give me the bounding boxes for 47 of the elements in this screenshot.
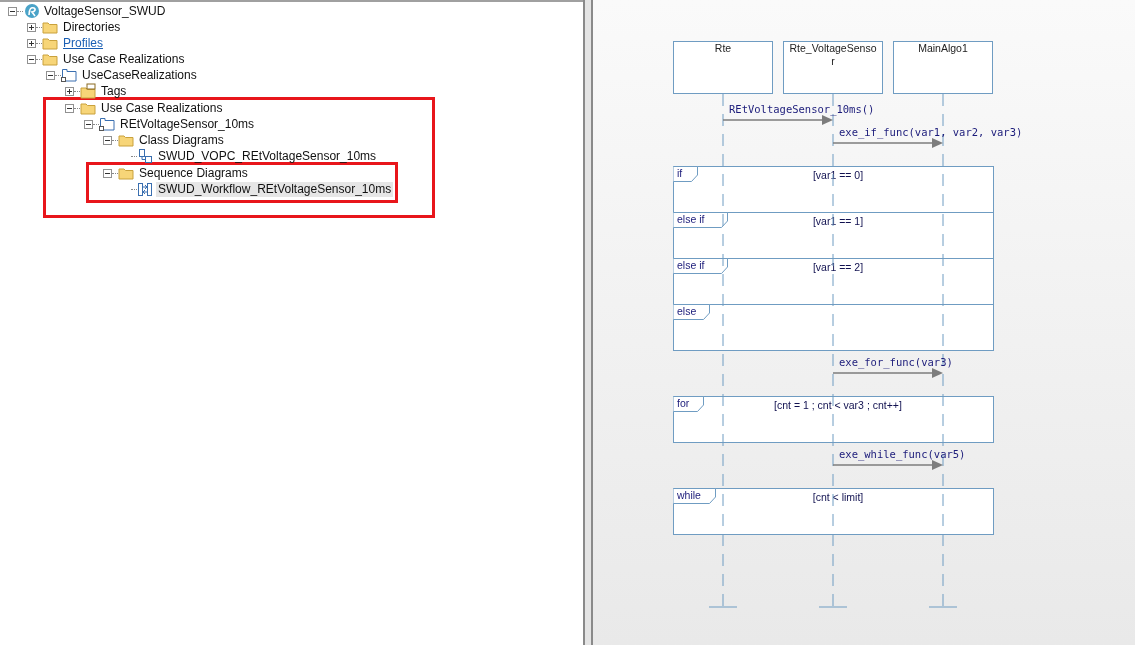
tree-item[interactable]: SWUD_VOPC_REtVoltageSensor_10ms (156, 148, 379, 164)
tree-item[interactable]: SWUD_Workflow_REtVoltageSensor_10ms (156, 181, 394, 197)
folder-icon (42, 35, 58, 51)
message-label: exe_for_func(var3) (839, 356, 953, 368)
class-diagram-icon (137, 148, 153, 164)
folder-icon (42, 19, 58, 35)
collapse-toggle[interactable] (46, 70, 55, 80)
sequence-diagram-icon (137, 181, 153, 197)
tree-item[interactable]: REtVoltageSensor_10ms (118, 116, 257, 132)
tree-item[interactable]: Class Diagrams (137, 132, 226, 148)
expand-toggle[interactable] (65, 86, 74, 96)
lifeline-header: MainAlgo1 (893, 41, 993, 94)
guard-condition: [var1 == 1] (812, 215, 864, 227)
message-label: exe_while_func(var5) (839, 448, 966, 460)
tree-item[interactable]: UseCaseRealizations (80, 67, 199, 83)
tree-item[interactable]: Use Case Realizations (99, 100, 225, 116)
package-icon (99, 116, 115, 132)
tree-item[interactable]: VoltageSensor_SWUD (42, 3, 168, 19)
folder-icon (118, 132, 134, 148)
tag-folder-icon (80, 83, 96, 99)
collapse-toggle[interactable] (65, 103, 74, 113)
expand-toggle[interactable] (27, 22, 36, 32)
collapse-toggle[interactable] (84, 119, 93, 129)
tree-item[interactable]: Use Case Realizations (61, 51, 187, 67)
collapse-toggle[interactable] (8, 6, 17, 16)
folder-icon (118, 165, 134, 181)
package-icon (61, 67, 77, 83)
folder-icon (80, 100, 96, 116)
tree-item[interactable]: Tags (99, 83, 129, 99)
folder-icon (42, 51, 58, 67)
logo-icon (23, 3, 39, 19)
guard-condition: [var1 == 2] (812, 261, 864, 273)
tree-item-link[interactable]: Profiles (61, 35, 105, 51)
pane-splitter[interactable] (583, 0, 593, 645)
tree-item[interactable]: Directories (61, 19, 123, 35)
guard-condition: [cnt < limit] (812, 491, 864, 503)
guard-condition: [var1 == 0] (812, 169, 864, 181)
lifeline-header: Rte_VoltageSensor (783, 41, 883, 94)
message-label: exe_if_func(var1, var2, var3) (839, 126, 1023, 138)
collapse-toggle[interactable] (103, 135, 112, 145)
message-label: REtVoltageSensor_10ms() (729, 103, 875, 115)
tree-item[interactable]: Sequence Diagrams (137, 165, 250, 181)
collapse-toggle[interactable] (103, 168, 112, 178)
expand-toggle[interactable] (27, 38, 36, 48)
guard-condition: [cnt = 1 ; cnt < var3 ; cnt++] (774, 399, 902, 411)
collapse-toggle[interactable] (27, 54, 36, 64)
lifeline-header: Rte (673, 41, 773, 94)
